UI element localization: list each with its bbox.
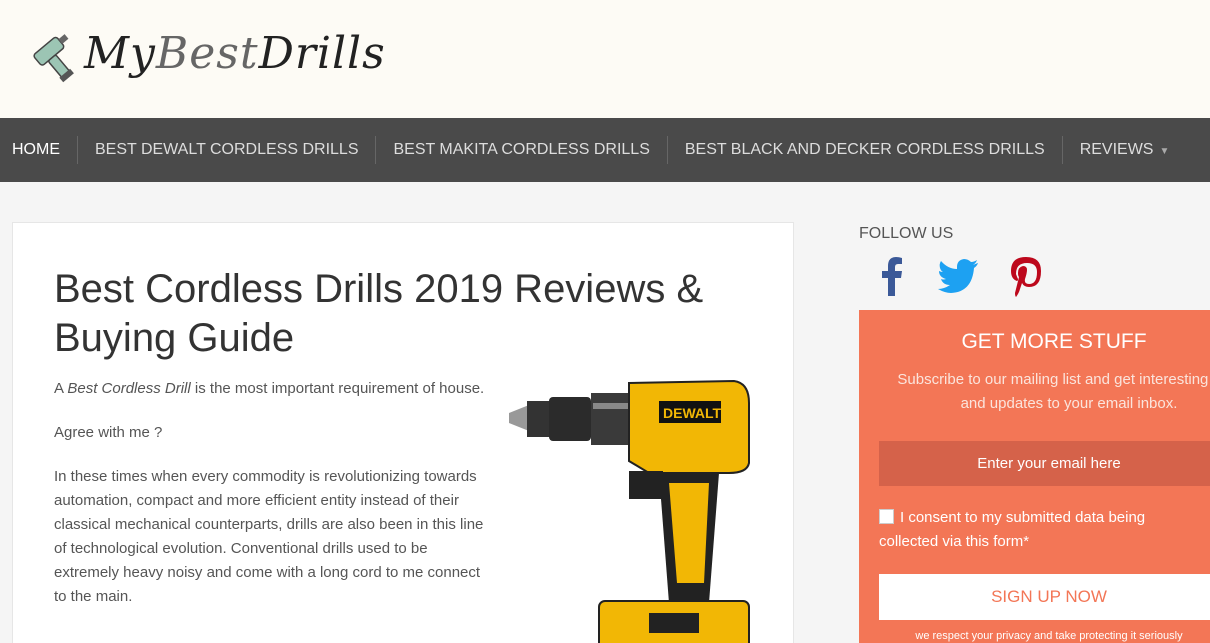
logo-wordmark: MyBestDrills <box>84 27 386 79</box>
drill-logo-icon <box>33 34 74 83</box>
optin-box: GET MORE STUFF Subscribe to our mailing … <box>859 310 1210 643</box>
nav-item-makita[interactable]: BEST MAKITA CORDLESS DRILLS <box>376 136 668 164</box>
signup-button[interactable]: SIGN UP NOW <box>879 574 1210 620</box>
consent-checkbox[interactable] <box>879 509 894 524</box>
nav-item-home[interactable]: HOME <box>0 136 78 164</box>
caret-down-icon: ▼ <box>1159 146 1170 157</box>
article-paragraph-main: In these times when every commodity is r… <box>54 468 484 605</box>
privacy-note: we respect your privacy and take protect… <box>915 630 1183 642</box>
main-nav: HOME BEST DEWALT CORDLESS DRILLS BEST MA… <box>0 118 1210 182</box>
consent-label: I consent to my submitted data being col… <box>879 509 1146 550</box>
site-logo[interactable]: MyBestDrills <box>30 20 386 86</box>
article-emphasis: Best Cordless Drill <box>67 380 191 397</box>
follow-us-heading: FOLLOW US <box>859 225 954 242</box>
drill-product-image[interactable]: DEWALT <box>509 373 759 643</box>
article-title: Best Cordless Drills 2019 Reviews & Buyi… <box>54 267 704 360</box>
nav-item-reviews-label: REVIEWS <box>1079 141 1154 158</box>
nav-item-reviews[interactable]: REVIEWS ▼ <box>1063 136 1187 164</box>
drill-brand-label: DEWALT <box>663 405 722 421</box>
twitter-icon <box>938 259 978 293</box>
pinterest-icon <box>1011 257 1041 297</box>
article-body: A Best Cordless Drill is the most import… <box>54 377 494 629</box>
nav-item-black-and-decker[interactable]: BEST BLACK AND DECKER CORDLESS DRILLS <box>668 136 1063 164</box>
twitter-link[interactable] <box>936 254 980 298</box>
email-input[interactable] <box>879 441 1210 486</box>
article-card: Best Cordless Drills 2019 Reviews & Buyi… <box>12 222 794 643</box>
consent-checkbox-row[interactable]: I consent to my submitted data being col… <box>879 506 1199 554</box>
article-paragraph-question: Agree with me ? <box>54 424 163 441</box>
article-paragraph-intro: A Best Cordless Drill is the most import… <box>54 380 485 397</box>
site-header: MyBestDrills <box>0 0 1210 118</box>
pinterest-link[interactable] <box>1004 254 1048 298</box>
optin-title: GET MORE STUFF <box>961 330 1147 353</box>
facebook-link[interactable] <box>869 254 913 298</box>
nav-item-dewalt[interactable]: BEST DEWALT CORDLESS DRILLS <box>78 136 377 164</box>
optin-description: Subscribe to our mailing list and get in… <box>897 371 1210 412</box>
facebook-icon <box>882 257 902 296</box>
